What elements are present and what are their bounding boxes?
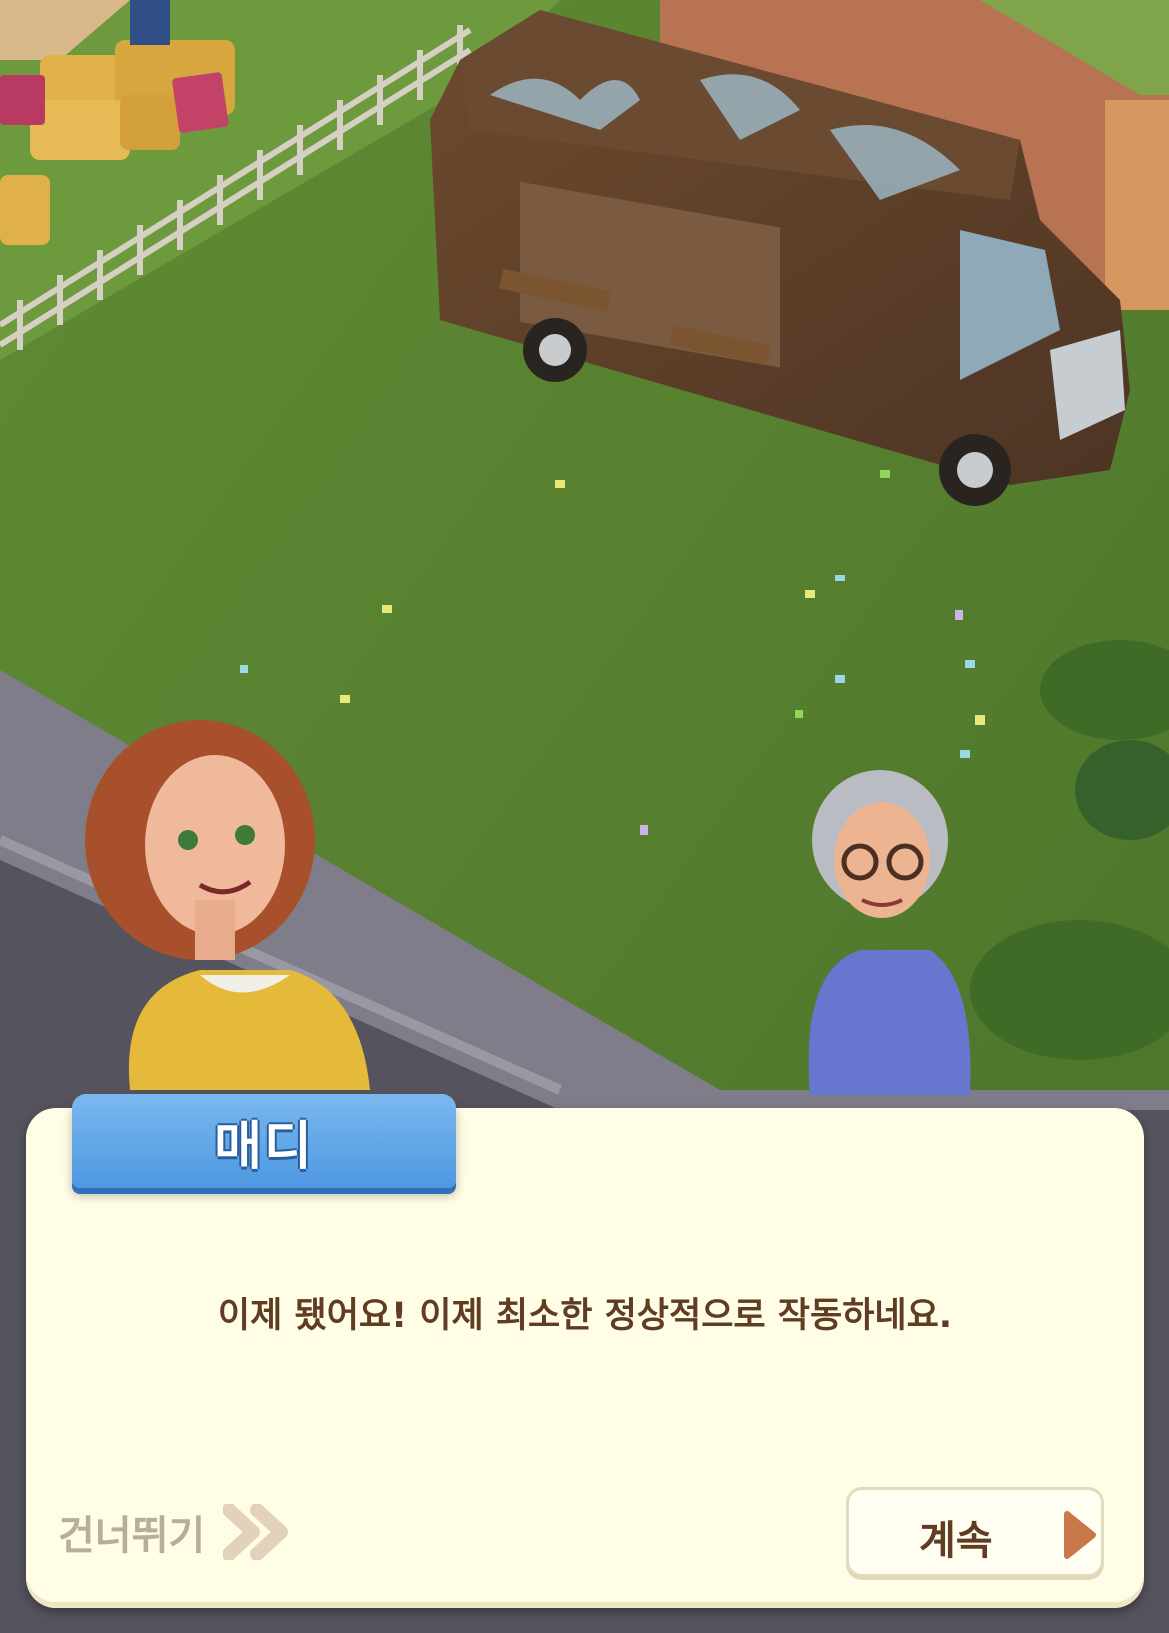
wall-pillar [1105, 100, 1169, 310]
continue-label: 계속 [919, 1518, 993, 1564]
speaker-name: 매디 [214, 1116, 314, 1177]
dialog-message: 이제 됐어요! 이제 최소한 정상적으로 작동하네요. [217, 1296, 953, 1336]
skip-button[interactable]: 건너뛰기 [58, 1500, 291, 1564]
triangle-right-icon [1064, 1511, 1096, 1559]
skip-label: 건너뛰기 [58, 1513, 206, 1559]
speaker-name-tab: 매디 [72, 1094, 456, 1188]
double-chevron-right-icon [223, 1504, 289, 1560]
continue-button[interactable]: 계속 [846, 1487, 1104, 1577]
